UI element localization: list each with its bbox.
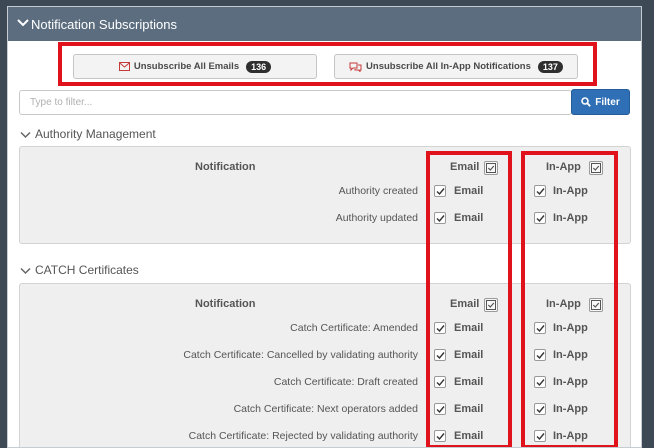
email-checkbox[interactable] (434, 185, 446, 197)
check-square-icon (591, 300, 601, 310)
section-title: Authority Management (35, 127, 156, 141)
email-checkbox[interactable] (434, 430, 446, 442)
column-header-notification: Notification (195, 298, 256, 310)
check-icon (536, 187, 545, 195)
toggle-all-email-checkbox[interactable] (484, 298, 498, 312)
check-square-icon (591, 163, 601, 173)
notification-subscriptions-panel: Notification Subscriptions Unsubscribe A… (7, 6, 642, 448)
toggle-all-inapp-checkbox[interactable] (589, 298, 603, 312)
toggle-all-inapp-checkbox[interactable] (589, 161, 603, 175)
inapp-checkbox[interactable] (534, 185, 546, 197)
chevron-down-icon[interactable] (20, 267, 31, 275)
inapp-checkbox[interactable] (534, 349, 546, 361)
check-icon (536, 351, 545, 359)
inapp-checkbox[interactable] (534, 322, 546, 334)
email-option-label: Email (454, 349, 484, 361)
catch-certificates-group: Notification Email In-App Catch Certific… (19, 283, 631, 447)
check-icon (536, 405, 545, 413)
column-header-email: Email (450, 298, 480, 310)
chevron-down-icon[interactable] (20, 131, 31, 139)
filter-button[interactable]: Filter (571, 89, 630, 115)
email-count-badge: 136 (246, 60, 272, 73)
inapp-checkbox[interactable] (534, 376, 546, 388)
toggle-all-email-checkbox[interactable] (484, 161, 498, 175)
inapp-option-label: In-App (553, 349, 588, 361)
column-header-email: Email (450, 161, 480, 173)
check-icon (536, 378, 545, 386)
panel-title: Notification Subscriptions (31, 17, 177, 32)
unsubscribe-all-emails-button[interactable]: Unsubscribe All Emails 136 (73, 54, 317, 79)
email-option-label: Email (454, 403, 484, 415)
filter-button-label: Filter (595, 96, 620, 108)
unsubscribe-all-emails-label: Unsubscribe All Emails (133, 61, 240, 72)
check-icon (536, 214, 545, 222)
email-option-label: Email (454, 430, 484, 442)
notification-row-label: Catch Certificate: Rejected by validatin… (188, 430, 418, 442)
section-title: CATCH Certificates (35, 263, 139, 277)
unsubscribe-all-inapp-button[interactable]: Unsubscribe All In-App Notifications 137 (334, 54, 578, 79)
check-icon (436, 214, 445, 222)
email-checkbox[interactable] (434, 376, 446, 388)
column-header-notification: Notification (195, 161, 256, 173)
notification-row-label: Catch Certificate: Amended (290, 322, 418, 334)
panel-header[interactable]: Notification Subscriptions (8, 7, 641, 41)
check-icon (436, 187, 445, 195)
check-icon (536, 432, 545, 440)
email-checkbox[interactable] (434, 349, 446, 361)
notification-row-label: Authority updated (335, 212, 418, 224)
inapp-checkbox[interactable] (534, 212, 546, 224)
inapp-option-label: In-App (553, 185, 588, 197)
email-checkbox[interactable] (434, 403, 446, 415)
notification-row-label: Authority created (338, 185, 418, 197)
check-icon (436, 405, 445, 413)
inapp-option-label: In-App (553, 322, 588, 334)
inapp-option-label: In-App (553, 403, 588, 415)
check-icon (436, 351, 445, 359)
check-icon (436, 378, 445, 386)
check-icon (536, 324, 545, 332)
email-checkbox[interactable] (434, 212, 446, 224)
check-square-icon (486, 163, 496, 173)
inapp-option-label: In-App (553, 376, 588, 388)
inapp-checkbox[interactable] (534, 430, 546, 442)
column-header-inapp: In-App (546, 298, 581, 310)
email-checkbox[interactable] (434, 322, 446, 334)
chevron-down-icon[interactable] (17, 18, 29, 28)
section-header-authority-management[interactable]: Authority Management (20, 127, 156, 141)
authority-management-group: Notification Email In-App Authority crea… (19, 146, 631, 244)
filter-input[interactable] (19, 90, 572, 115)
inapp-count-badge: 137 (537, 60, 563, 73)
comments-icon (349, 62, 362, 72)
envelope-icon (118, 62, 130, 71)
notification-row-label: Catch Certificate: Next operators added (233, 403, 418, 415)
check-square-icon (486, 300, 496, 310)
email-option-label: Email (454, 185, 484, 197)
email-option-label: Email (454, 376, 484, 388)
section-header-catch-certificates[interactable]: CATCH Certificates (20, 263, 139, 277)
column-header-inapp: In-App (546, 161, 581, 173)
notification-row-label: Catch Certificate: Cancelled by validati… (183, 349, 418, 361)
unsubscribe-all-inapp-label: Unsubscribe All In-App Notifications (366, 61, 531, 72)
inapp-option-label: In-App (553, 430, 588, 442)
check-icon (436, 324, 445, 332)
inapp-checkbox[interactable] (534, 403, 546, 415)
email-option-label: Email (454, 322, 484, 334)
inapp-option-label: In-App (553, 212, 588, 224)
notification-row-label: Catch Certificate: Draft created (273, 376, 418, 388)
email-option-label: Email (454, 212, 484, 224)
search-icon (581, 97, 592, 107)
check-icon (436, 432, 445, 440)
